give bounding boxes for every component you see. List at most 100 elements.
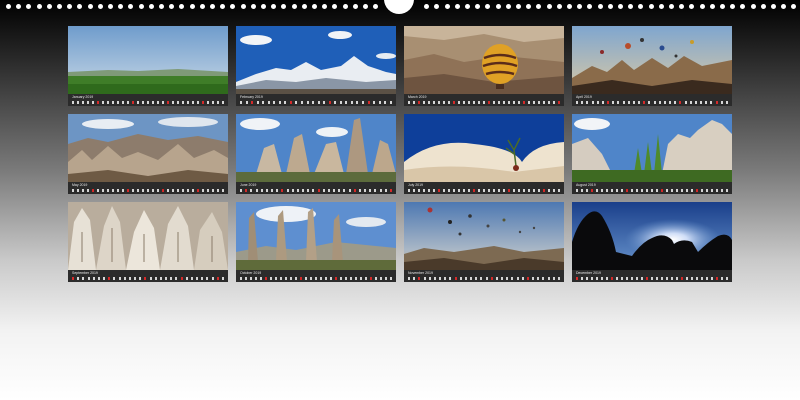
binding-hole	[342, 4, 348, 9]
calendar-day	[658, 101, 661, 104]
calendar-day	[553, 101, 555, 104]
calendar-day	[152, 101, 154, 104]
calendar-day-sunday	[132, 101, 134, 104]
month-name: April 2019	[576, 95, 592, 99]
calendar-day-sunday	[251, 101, 254, 104]
calendar-day	[345, 101, 348, 104]
month-tile-september[interactable]: September 2019	[68, 202, 228, 282]
binding-hole	[189, 4, 195, 9]
day-row	[576, 276, 728, 281]
month-date-strip: February 2019	[236, 94, 396, 106]
binding-hole	[301, 4, 307, 9]
calendar-day	[473, 101, 475, 104]
calendar-day	[317, 101, 320, 104]
calendar-day	[296, 189, 299, 192]
calendar-day-sunday	[289, 101, 292, 104]
month-tile-april[interactable]: April 2019	[572, 26, 732, 106]
calendar-day-sunday	[696, 189, 698, 192]
calendar-day	[498, 101, 500, 104]
calendar-day	[221, 277, 224, 280]
calendar-day	[666, 277, 668, 280]
calendar-day	[691, 189, 693, 192]
binding-hole	[332, 4, 338, 9]
day-row	[72, 276, 224, 281]
calendar-day	[192, 101, 194, 104]
month-tile-june[interactable]: June 2019	[236, 114, 396, 194]
calendar-day	[302, 189, 305, 192]
calendar-day	[449, 277, 452, 280]
binding-hole	[434, 4, 440, 9]
calendar-day	[320, 277, 322, 280]
binding-hole	[454, 4, 460, 9]
calendar-day	[122, 189, 124, 192]
calendar-day	[611, 189, 613, 192]
month-name: September 2019	[72, 271, 98, 275]
calendar-day	[705, 101, 708, 104]
calendar-day	[521, 277, 524, 280]
calendar-day	[177, 101, 179, 104]
calendar-day	[638, 101, 641, 104]
binding-hole	[709, 4, 715, 9]
calendar-day	[448, 189, 450, 192]
month-photo	[68, 26, 228, 94]
month-tile-august[interactable]: August 2019	[572, 114, 732, 194]
calendar-day	[548, 101, 550, 104]
calendar-day	[694, 101, 697, 104]
calendar-day	[636, 189, 638, 192]
month-tile-may[interactable]: May 2019	[68, 114, 228, 194]
binding-hole	[658, 4, 664, 9]
calendar-day	[616, 189, 618, 192]
calendar-day	[701, 189, 703, 192]
month-photo	[572, 114, 732, 182]
calendar-day	[157, 101, 159, 104]
calendar-day	[696, 277, 698, 280]
calendar-day-sunday	[127, 189, 129, 192]
calendar-day	[676, 277, 678, 280]
calendar-day	[87, 277, 90, 280]
calendar-day	[653, 101, 656, 104]
calendar-day	[617, 101, 620, 104]
calendar-day	[356, 101, 359, 104]
binding-hole	[628, 4, 634, 9]
calendar-day-sunday	[367, 101, 370, 104]
month-tile-december[interactable]: December 2019	[572, 202, 732, 282]
month-date-strip: November 2019	[404, 270, 564, 282]
month-tile-march[interactable]: March 2019	[404, 26, 564, 106]
calendar-day	[586, 277, 588, 280]
calendar-day	[706, 277, 708, 280]
calendar-day	[301, 101, 304, 104]
calendar-day	[102, 189, 104, 192]
binding-hole	[760, 4, 766, 9]
calendar-day	[373, 101, 376, 104]
calendar-day-sunday	[681, 277, 683, 280]
calendar-day	[671, 277, 673, 280]
month-tile-october[interactable]: October 2019	[236, 202, 396, 282]
calendar-day	[438, 101, 440, 104]
month-tile-january[interactable]: January 2019	[68, 26, 228, 106]
calendar-day	[375, 277, 377, 280]
calendar-day-sunday	[197, 189, 199, 192]
binding-hole	[546, 4, 552, 9]
calendar-day-sunday	[418, 101, 420, 104]
calendar-day	[390, 277, 392, 280]
binding-hole	[587, 4, 593, 9]
calendar-day	[175, 277, 178, 280]
calendar-day	[315, 277, 317, 280]
binding-hole	[312, 4, 317, 9]
calendar-day	[596, 277, 598, 280]
binding-hole	[373, 4, 379, 9]
month-tile-february[interactable]: February 2019	[236, 26, 396, 106]
calendar-day	[122, 101, 124, 104]
calendar-day	[631, 277, 633, 280]
calendar-day	[700, 101, 703, 104]
calendar-day	[333, 189, 336, 192]
calendar-day	[646, 189, 648, 192]
calendar-day-sunday	[167, 101, 169, 104]
calendar-day	[641, 189, 643, 192]
month-tile-july[interactable]: July 2019	[404, 114, 564, 194]
month-tile-november[interactable]: November 2019	[404, 202, 564, 282]
binding-hole	[679, 4, 685, 9]
calendar-day	[453, 189, 455, 192]
binding-hole	[495, 4, 501, 9]
calendar-day	[123, 277, 126, 280]
